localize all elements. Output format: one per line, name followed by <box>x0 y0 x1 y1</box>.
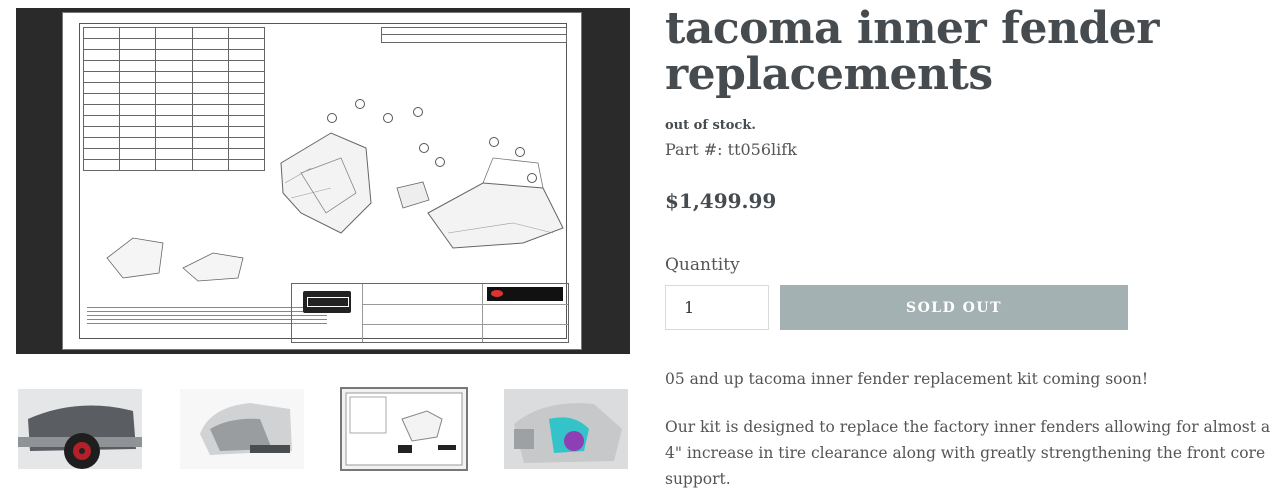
description-paragraph-2: Our kit is designed to replace the facto… <box>665 418 1271 488</box>
drawing-thumbnail-image <box>342 389 466 469</box>
stock-status: out of stock. <box>665 118 756 133</box>
description-paragraph-1: 05 and up tacoma inner fender replacemen… <box>665 370 1149 388</box>
fender-render-image <box>504 389 628 469</box>
thumbnail-4[interactable] <box>504 389 628 469</box>
thumbnail-1[interactable] <box>18 389 142 469</box>
main-product-image[interactable] <box>16 8 630 354</box>
bracket-drawing <box>396 181 430 209</box>
part-number: Part #: tt056lifk <box>665 140 797 159</box>
thumbnail-3[interactable] <box>340 387 468 471</box>
thumbnail-2[interactable] <box>180 389 304 469</box>
fender-assembly-drawing <box>427 157 564 249</box>
product-title: tacoma inner fender replacements <box>665 3 1159 100</box>
fender-render-image <box>18 389 142 469</box>
exploded-view-drawing <box>106 237 244 282</box>
bill-of-materials-table <box>82 27 266 171</box>
fender-part-drawing <box>280 132 372 234</box>
fender-render-image <box>180 389 304 469</box>
jetg-designs-logo <box>303 291 351 313</box>
product-price: $1,499.99 <box>665 189 777 213</box>
quantity-input[interactable] <box>665 285 769 330</box>
sold-out-button[interactable]: SOLD OUT <box>780 285 1128 330</box>
quantity-label: Quantity <box>665 255 740 275</box>
jd-fabrication-logo <box>487 287 563 301</box>
drawing-sheet <box>62 12 582 350</box>
revision-block <box>381 27 567 43</box>
